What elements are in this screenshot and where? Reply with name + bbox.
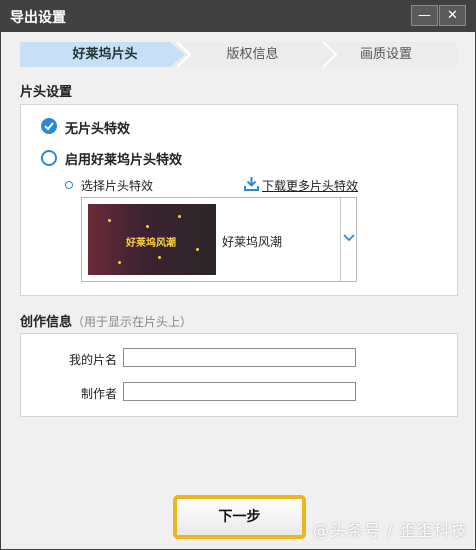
- step-copyright-info: 版权信息: [170, 42, 335, 67]
- next-step-button[interactable]: 下一步: [173, 495, 306, 539]
- credits-section-hint: （用于显示在片头上）: [72, 315, 193, 329]
- title-input[interactable]: [123, 348, 356, 367]
- checked-radio-icon[interactable]: [41, 118, 57, 134]
- effect-dropdown-toggle[interactable]: [340, 198, 357, 281]
- effect-thumbnail: 好莱坞风潮: [88, 204, 216, 275]
- step-separator-icon: [176, 42, 192, 67]
- watermark-text: @头条号 / 歪歪科技: [313, 521, 468, 540]
- title-bar: 导出设置 — ✕: [1, 1, 475, 32]
- step-separator-icon: [322, 42, 338, 67]
- credits-section-title: 创作信息（用于显示在片头上）: [20, 311, 192, 330]
- window-title: 导出设置: [10, 10, 66, 26]
- effect-thumbnail-text: 好莱坞风潮: [126, 238, 176, 249]
- effect-name: 好莱坞风潮: [222, 235, 283, 249]
- close-icon: ✕: [447, 8, 458, 23]
- minimize-button[interactable]: —: [411, 5, 438, 26]
- author-input[interactable]: [123, 382, 356, 401]
- option-enable-intro[interactable]: 启用好莱坞片头特效: [65, 149, 182, 168]
- step-indicator: 好莱坞片头 版权信息 画质设置: [20, 42, 457, 67]
- download-icon[interactable]: [244, 177, 259, 191]
- author-field-label: 制作者: [80, 387, 117, 401]
- intro-section-title: 片头设置: [20, 85, 73, 100]
- step-hollywood-intro: 好莱坞片头: [20, 42, 190, 67]
- title-field-label: 我的片名: [68, 353, 117, 367]
- minimize-icon: —: [418, 8, 431, 23]
- credits-panel: 我的片名 制作者: [20, 333, 458, 417]
- select-effect-label: 选择片头特效: [81, 179, 154, 193]
- unchecked-radio-icon[interactable]: [41, 150, 57, 166]
- chevron-down-icon: [343, 234, 355, 242]
- close-button[interactable]: ✕: [439, 5, 466, 26]
- option-no-intro[interactable]: 无片头特效: [65, 118, 130, 137]
- download-more-effects-link[interactable]: 下载更多片头特效: [262, 177, 358, 194]
- export-settings-window: 导出设置 — ✕ 好莱坞片头 版权信息 画质设置 片头设置 无片头特效 启用好莱…: [0, 0, 476, 550]
- effect-selector[interactable]: 好莱坞风潮 好莱坞风潮: [81, 197, 357, 282]
- select-effect-radio-icon[interactable]: [65, 181, 73, 189]
- credits-section-title-text: 创作信息: [20, 315, 73, 330]
